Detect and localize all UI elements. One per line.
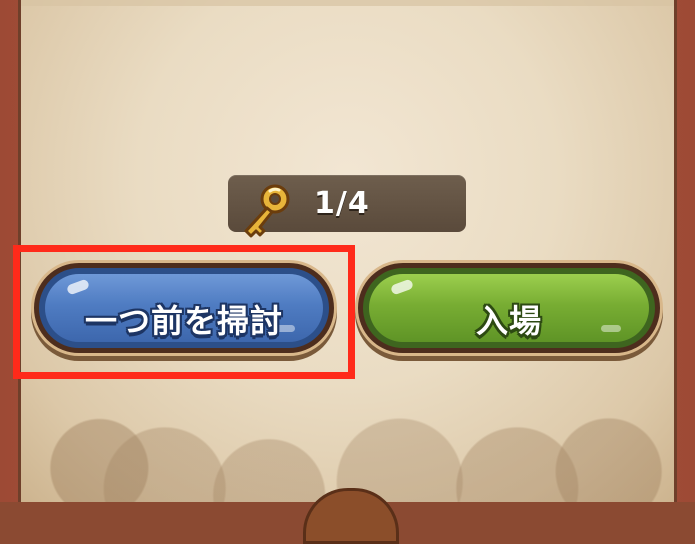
- stage-panel: [18, 0, 677, 502]
- button-gloss: [65, 278, 91, 296]
- enter-label: 入場: [475, 302, 542, 340]
- sweep-previous-button-face: 一つ前を掃討: [45, 274, 323, 342]
- sweep-previous-button[interactable]: 一つ前を掃討: [34, 263, 334, 353]
- sweep-previous-label: 一つ前を掃討: [84, 302, 283, 340]
- enter-button[interactable]: 入場: [358, 263, 660, 353]
- background-foliage: [21, 332, 674, 502]
- button-gloss: [389, 278, 415, 296]
- enter-button-face: 入場: [369, 274, 649, 342]
- key-count: 1/4: [314, 186, 370, 221]
- key-icon: [244, 184, 290, 238]
- key-counter: 1/4: [228, 175, 466, 238]
